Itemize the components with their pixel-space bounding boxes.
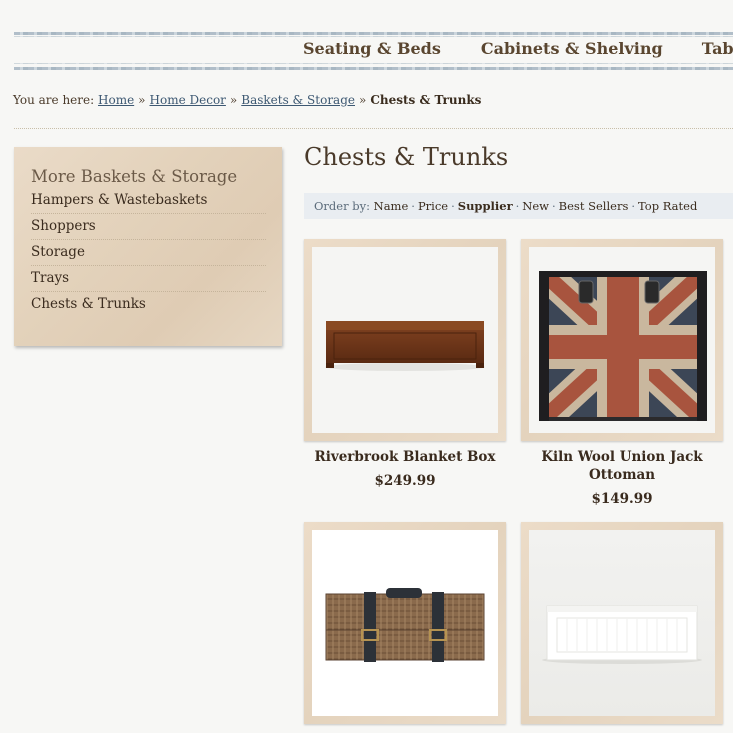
product-card-image-link[interactable] <box>521 239 723 441</box>
sidebar-item-chests-trunks[interactable]: Chests & Trunks <box>31 292 266 317</box>
wicker-hamper-image <box>312 530 498 716</box>
product-price: $249.99 <box>374 473 436 489</box>
product-card-image-link[interactable] <box>304 239 506 441</box>
sidebar-category-box: More Baskets & Storage Hampers & Wasteba… <box>14 147 282 346</box>
nav-item-seating-beds[interactable]: Seating & Beds <box>303 39 441 58</box>
sidebar-item-trays[interactable]: Trays <box>31 266 266 292</box>
breadcrumb-separator: » <box>138 93 146 107</box>
nav-menu: Seating & Beds Cabinets & Shelving Table… <box>303 39 733 58</box>
page-title: Chests & Trunks <box>304 143 509 171</box>
union-jack-trunk-image <box>529 247 715 433</box>
order-option-new[interactable]: New <box>522 199 549 213</box>
nav-item-cabinets-shelving[interactable]: Cabinets & Shelving <box>481 39 663 58</box>
nav-rule-top-thin <box>14 36 733 37</box>
product-price: $149.99 <box>591 491 653 507</box>
breadcrumb-separator: » <box>359 93 367 107</box>
breadcrumb-prefix: You are here: <box>13 93 95 107</box>
order-option-name[interactable]: Name <box>374 199 409 213</box>
breadcrumb-current: Chests & Trunks <box>370 93 482 107</box>
breadcrumb-link-baskets-storage[interactable]: Baskets & Storage <box>241 93 355 107</box>
product-name[interactable]: Kiln Wool Union Jack Ottoman <box>521 448 723 484</box>
breadcrumb-link-home[interactable]: Home <box>98 93 134 107</box>
product-name[interactable]: Riverbrook Blanket Box <box>304 448 506 466</box>
order-option-supplier[interactable]: Supplier <box>458 199 513 213</box>
order-by-bar: Order by: Name · Price · Supplier · New · Best S… <box>304 193 733 219</box>
header-divider <box>14 128 733 129</box>
sidebar-item-hampers-wastebaskets[interactable]: Hampers & Wastebaskets <box>31 188 266 214</box>
order-option-best-sellers[interactable]: Best Sellers <box>559 199 629 213</box>
nav-rule-bottom <box>14 67 733 70</box>
white-storage-chest-image <box>529 530 715 716</box>
wooden-blanket-box-image <box>312 247 498 433</box>
sidebar-item-storage[interactable]: Storage <box>31 240 266 266</box>
breadcrumb-link-home-decor[interactable]: Home Decor <box>150 93 226 107</box>
sidebar-item-shoppers[interactable]: Shoppers <box>31 214 266 240</box>
product-card-image-link[interactable] <box>304 522 506 724</box>
breadcrumb: You are here: Home» Home Decor» Baskets & … <box>13 93 481 107</box>
top-nav: Seating & Beds Cabinets & Shelving Table… <box>14 30 733 70</box>
nav-item-tables[interactable]: Tables <box>702 39 733 58</box>
nav-rule-top <box>14 32 733 35</box>
order-option-price[interactable]: Price <box>418 199 448 213</box>
order-option-top-rated[interactable]: Top Rated <box>638 199 697 213</box>
order-by-label: Order by: <box>314 199 370 213</box>
breadcrumb-separator: » <box>229 93 238 107</box>
nav-rule-bottom-thin <box>14 63 733 64</box>
sidebar-title: More Baskets & Storage <box>31 167 238 186</box>
product-card-image-link[interactable] <box>521 522 723 724</box>
